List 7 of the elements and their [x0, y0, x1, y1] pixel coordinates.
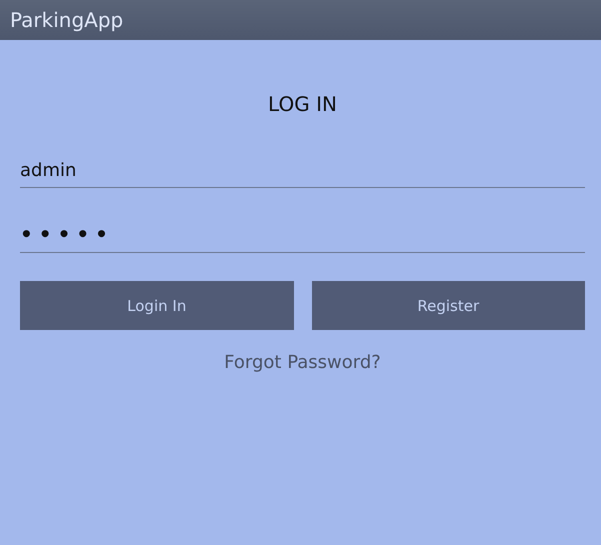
forgot-password-link[interactable]: Forgot Password? [224, 352, 381, 373]
password-field[interactable]: ••••• [20, 218, 585, 253]
app-title: ParkingApp [10, 8, 124, 32]
login-button[interactable]: Login In [20, 281, 294, 330]
username-field[interactable]: admin [20, 156, 585, 188]
register-button[interactable]: Register [312, 281, 585, 330]
login-heading: LOG IN [268, 92, 337, 116]
